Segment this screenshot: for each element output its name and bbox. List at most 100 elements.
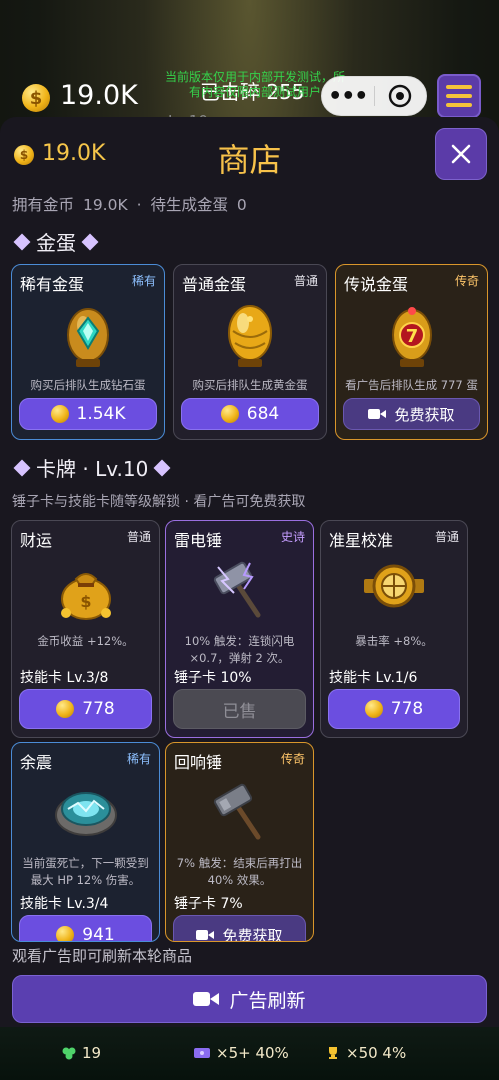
summary-separator: · [136, 196, 142, 214]
video-ad-icon [196, 930, 215, 940]
hamburger-line [446, 103, 472, 107]
card-desc: 当前蛋死亡，下一颗受到最大 HP 12% 伤害。 [22, 856, 149, 887]
lucky-777-egg-icon: 7 [336, 301, 487, 369]
card-name: 准星校准 [329, 531, 394, 550]
menu-hamburger-button[interactable] [437, 74, 481, 118]
bottom-stat-gems: 19 [62, 1044, 101, 1062]
buy-button[interactable]: 778 [19, 689, 152, 729]
card-type: 技能卡 Lv.3/4 [20, 896, 109, 912]
hud-coin-value: 19.0K [60, 80, 138, 111]
test-note: 当前版本仅用于内部开发测试，所有内容仅限内部测试用户 [165, 70, 346, 99]
hud-coin-icon: $ [22, 84, 50, 112]
clover-icon [62, 1047, 76, 1060]
egg-name: 普通金蛋 [182, 275, 247, 294]
free-get-label: 免费获取 [222, 926, 283, 942]
card-desc: 金币收益 +12%。 [37, 634, 134, 648]
ad-refresh-button[interactable]: 广告刷新 [12, 975, 487, 1023]
card-aftershock[interactable]: 余震 稀有 当前蛋死亡，下一颗受到最大 HP 12% 伤害。 技能卡 Lv.3/… [11, 742, 160, 942]
hamburger-line [446, 85, 472, 89]
stat-value: 19 [82, 1044, 102, 1062]
buy-button[interactable]: 778 [328, 689, 460, 729]
close-icon [451, 144, 471, 164]
video-ad-icon [368, 409, 387, 419]
buy-button[interactable]: 941 [19, 915, 152, 942]
refresh-hint: 观看广告即可刷新本轮商品 [12, 947, 193, 965]
card-desc: 暴击率 +8%。 [355, 634, 433, 648]
card-fortune[interactable]: 财运 普通 $ 金币收益 +12%。 技能卡 Lv.3/8 778 [11, 520, 160, 738]
golden-egg-icon [174, 301, 326, 369]
egg-rarity: 稀有 [131, 274, 156, 288]
coin-summary: 拥有金币 19.0K · 待生成金蛋 0 [12, 193, 251, 215]
price: 1.54K [76, 404, 126, 424]
target-close-icon [389, 84, 412, 108]
egg-desc: 购买后排队生成黄金蛋 [192, 378, 308, 392]
shop-panel: $ 19.0K 商店 拥有金币 19.0K · 待生成金蛋 0 金蛋 稀有金蛋 … [0, 117, 499, 1027]
price: 941 [82, 925, 115, 942]
card-type: 技能卡 Lv.1/6 [329, 670, 418, 686]
bottom-stat-trophy: ×50 4% [326, 1044, 406, 1062]
egg-card-common[interactable]: 普通金蛋 普通 购买后排队生成黄金蛋 684 [173, 264, 327, 440]
card-name: 回响锤 [174, 753, 223, 772]
egg-rarity: 传奇 [454, 274, 479, 288]
card-crosshair[interactable]: 准星校准 普通 暴击率 +8%。 技能卡 Lv.1/6 778 [320, 520, 468, 738]
card-name: 雷电锤 [174, 531, 223, 550]
echo-hammer-icon [166, 781, 313, 843]
owned-value: 19.0K [82, 196, 128, 214]
diamond-egg-icon [12, 301, 164, 369]
sold-label: 已售 [222, 701, 257, 722]
diamond-icon [13, 233, 31, 250]
thunder-hammer-icon [166, 559, 313, 621]
card-rarity: 普通 [126, 530, 151, 544]
card-section-title: 卡牌 · Lv.10 [36, 457, 149, 481]
card-thunder-hammer[interactable]: 雷电锤 史诗 10% 触发：连锁闪电 ×0.7，弹射 2 次。 锤子卡 10% … [165, 520, 314, 738]
ad-refresh-label: 广告刷新 [229, 989, 306, 1012]
egg-section-title: 金蛋 [36, 231, 76, 255]
card-desc: 10% 触发：连锁闪电 ×0.7，弹射 2 次。 [184, 634, 295, 665]
coin-icon [364, 700, 383, 718]
free-get-button[interactable]: 免费获取 [173, 915, 306, 942]
pending-value: 0 [236, 196, 247, 214]
capsule-close-button[interactable] [374, 84, 426, 108]
egg-card-legendary[interactable]: 传说金蛋 传奇 7 看广告后排队生成 777 蛋 免费获取 [335, 264, 488, 440]
card-rarity: 普通 [434, 530, 459, 544]
card-section-header: 卡牌 · Lv.10 [13, 453, 171, 482]
card-type: 技能卡 Lv.3/8 [20, 670, 109, 686]
svg-text:$: $ [80, 592, 91, 611]
hamburger-line [446, 94, 472, 98]
egg-card-rare[interactable]: 稀有金蛋 稀有 购买后排队生成钻石蛋 1.54K [11, 264, 165, 440]
sold-button: 已售 [173, 689, 306, 729]
coin-icon [56, 700, 75, 718]
svg-text:7: 7 [405, 326, 418, 347]
coin-icon [56, 926, 75, 941]
shop-title: 商店 [217, 141, 282, 179]
pending-label: 待生成金蛋 [150, 196, 228, 214]
card-rarity: 史诗 [280, 530, 305, 544]
bottom-stat-ticket: ×5+ 40% [194, 1044, 289, 1062]
card-type: 锤子卡 7% [174, 896, 243, 912]
diamond-icon [81, 233, 99, 250]
aftershock-rune-icon [12, 781, 159, 841]
free-get-button[interactable]: 免费获取 [343, 398, 480, 430]
stat-value: ×5+ 40% [216, 1044, 289, 1062]
video-ad-icon [193, 992, 220, 1006]
diamond-icon [153, 459, 171, 476]
card-desc: 7% 触发：结束后再打出 40% 效果。 [176, 856, 303, 887]
egg-desc: 购买后排队生成钻石蛋 [30, 378, 146, 392]
crosshair-icon [321, 559, 467, 613]
coin-icon [50, 405, 69, 423]
egg-section-header: 金蛋 [13, 227, 99, 256]
price: 778 [82, 699, 115, 719]
price: 684 [246, 404, 280, 424]
card-hint: 锤子卡与技能卡随等级解锁 · 看广告可免费获取 [12, 494, 306, 510]
buy-button[interactable]: 1.54K [19, 398, 157, 430]
close-button[interactable] [435, 128, 487, 180]
card-echo-hammer[interactable]: 回响锤 传奇 7% 触发：结束后再打出 40% 效果。 锤子卡 7% 免费获取 [165, 742, 314, 942]
egg-name: 稀有金蛋 [20, 275, 85, 294]
money-bag-icon: $ [12, 559, 159, 621]
stat-value: ×50 4% [346, 1044, 407, 1062]
buy-button[interactable]: 684 [181, 398, 319, 430]
more-menu-button[interactable]: ••• [322, 84, 374, 109]
ticket-icon [194, 1048, 210, 1058]
egg-name: 传说金蛋 [344, 275, 409, 294]
card-rarity: 传奇 [280, 752, 305, 766]
